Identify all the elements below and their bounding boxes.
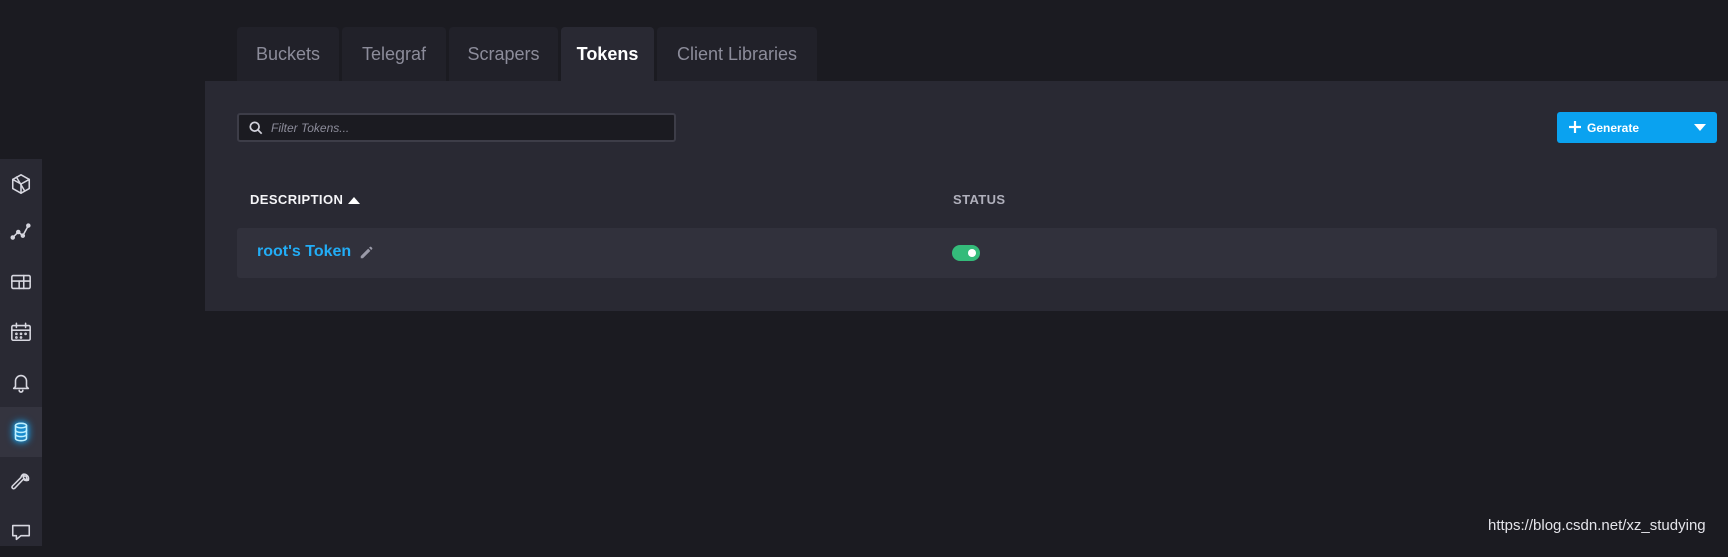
sidebar-item-load-data[interactable]	[0, 407, 42, 457]
search-icon	[249, 121, 263, 135]
sidebar-item-data-explorer[interactable]	[0, 207, 42, 257]
tab-label: Client Libraries	[676, 43, 798, 64]
sidebar-item-alerts[interactable]	[0, 357, 42, 407]
generate-button-label: Generate	[1587, 121, 1640, 135]
sidebar-item-settings[interactable]	[0, 457, 42, 507]
toggle-knob	[968, 249, 976, 257]
column-header-status: STATUS	[953, 192, 1006, 207]
sort-ascending-icon[interactable]	[348, 197, 360, 204]
database-icon	[14, 422, 28, 442]
generate-button[interactable]: Generate	[1557, 112, 1717, 143]
token-description-link[interactable]: root's Token	[257, 243, 351, 261]
tab-telegraf[interactable]: Telegraf	[342, 27, 446, 81]
plus-icon	[1568, 120, 1582, 134]
column-header-description[interactable]: DESCRIPTION	[250, 192, 343, 207]
wrench-icon	[11, 473, 30, 490]
chevron-down-icon[interactable]	[1694, 124, 1706, 131]
tab-tokens[interactable]: Tokens	[561, 27, 654, 81]
cube-icon	[11, 174, 31, 194]
token-status-toggle[interactable]	[952, 245, 980, 261]
filter-tokens-input[interactable]	[269, 117, 669, 139]
sidebar-item-getting-started[interactable]	[0, 159, 42, 209]
tab-client-libraries[interactable]: Client Libraries	[657, 27, 817, 81]
filter-tokens-field[interactable]	[237, 113, 676, 142]
table-icon	[11, 274, 31, 290]
tab-scrapers[interactable]: Scrapers	[449, 27, 558, 81]
calendar-icon	[11, 322, 31, 342]
sidebar-item-tasks[interactable]	[0, 307, 42, 357]
tab-label: Tokens	[576, 43, 639, 64]
tab-buckets[interactable]: Buckets	[237, 27, 339, 81]
tab-label: Telegraf	[361, 43, 427, 64]
tab-label: Buckets	[255, 43, 321, 64]
graph-icon	[10, 223, 31, 240]
watermark-text: https://blog.csdn.net/xz_studying	[1488, 517, 1706, 534]
sidebar-item-feedback[interactable]	[0, 507, 42, 557]
bell-icon	[12, 374, 30, 393]
sidebar-item-dashboards[interactable]	[0, 257, 42, 307]
chat-icon	[11, 524, 31, 541]
pencil-icon[interactable]	[359, 246, 373, 260]
tab-label: Scrapers	[467, 43, 540, 64]
sidebar-nav	[0, 159, 42, 546]
